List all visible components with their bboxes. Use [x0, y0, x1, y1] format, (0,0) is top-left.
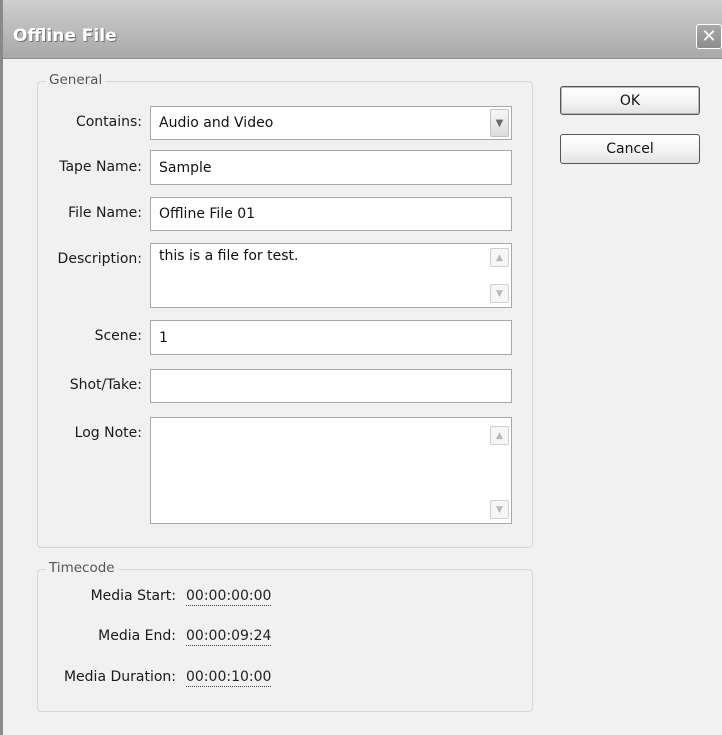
- timecode-legend: Timecode: [46, 560, 118, 576]
- general-legend: General: [46, 72, 106, 88]
- log-note-textarea[interactable]: ▲ ▼: [150, 417, 512, 524]
- scene-value: 1: [159, 329, 168, 346]
- arrow-up-icon[interactable]: ▲: [490, 248, 509, 267]
- media-end-label: Media End:: [98, 628, 176, 644]
- file-name-label: File Name:: [68, 205, 142, 221]
- arrow-up-icon[interactable]: ▲: [490, 426, 509, 445]
- shot-take-label: Shot/Take:: [69, 377, 142, 393]
- tape-name-value: Sample: [159, 159, 212, 176]
- contains-value: Audio and Video: [159, 115, 274, 131]
- file-name-value: Offline File 01: [159, 206, 256, 222]
- arrow-down-icon[interactable]: ▼: [490, 284, 509, 303]
- chevron-down-icon[interactable]: ▼: [490, 109, 509, 137]
- media-end-value[interactable]: 00:00:09:24: [186, 628, 272, 646]
- close-icon: ✕: [701, 25, 717, 47]
- media-start-label: Media Start:: [90, 588, 176, 604]
- media-start-value[interactable]: 00:00:00:00: [186, 588, 272, 606]
- offline-file-dialog: Offline File ✕ General Contains: Audio a…: [0, 0, 722, 735]
- shot-take-field[interactable]: [150, 369, 512, 403]
- tape-name-label: Tape Name:: [59, 159, 142, 175]
- cancel-button[interactable]: Cancel: [560, 134, 700, 164]
- window-title: Offline File: [13, 26, 117, 46]
- log-note-label: Log Note:: [74, 425, 142, 441]
- media-duration-value[interactable]: 00:00:10:00: [186, 669, 272, 687]
- description-value: this is a file for test.: [159, 248, 299, 264]
- arrow-down-icon[interactable]: ▼: [490, 500, 509, 519]
- ok-button[interactable]: OK: [560, 86, 700, 115]
- tape-name-field[interactable]: Sample: [150, 150, 512, 185]
- file-name-field[interactable]: Offline File 01: [150, 197, 512, 231]
- description-label: Description:: [57, 251, 142, 267]
- title-bar[interactable]: Offline File ✕: [3, 0, 722, 59]
- description-textarea[interactable]: this is a file for test. ▲ ▼: [150, 243, 512, 308]
- media-duration-label: Media Duration:: [63, 669, 176, 685]
- contains-select[interactable]: Audio and Video ▼: [150, 106, 512, 140]
- contains-label: Contains:: [75, 114, 142, 130]
- close-button[interactable]: ✕: [696, 24, 722, 49]
- scene-label: Scene:: [94, 328, 142, 344]
- scene-field[interactable]: 1: [150, 320, 512, 355]
